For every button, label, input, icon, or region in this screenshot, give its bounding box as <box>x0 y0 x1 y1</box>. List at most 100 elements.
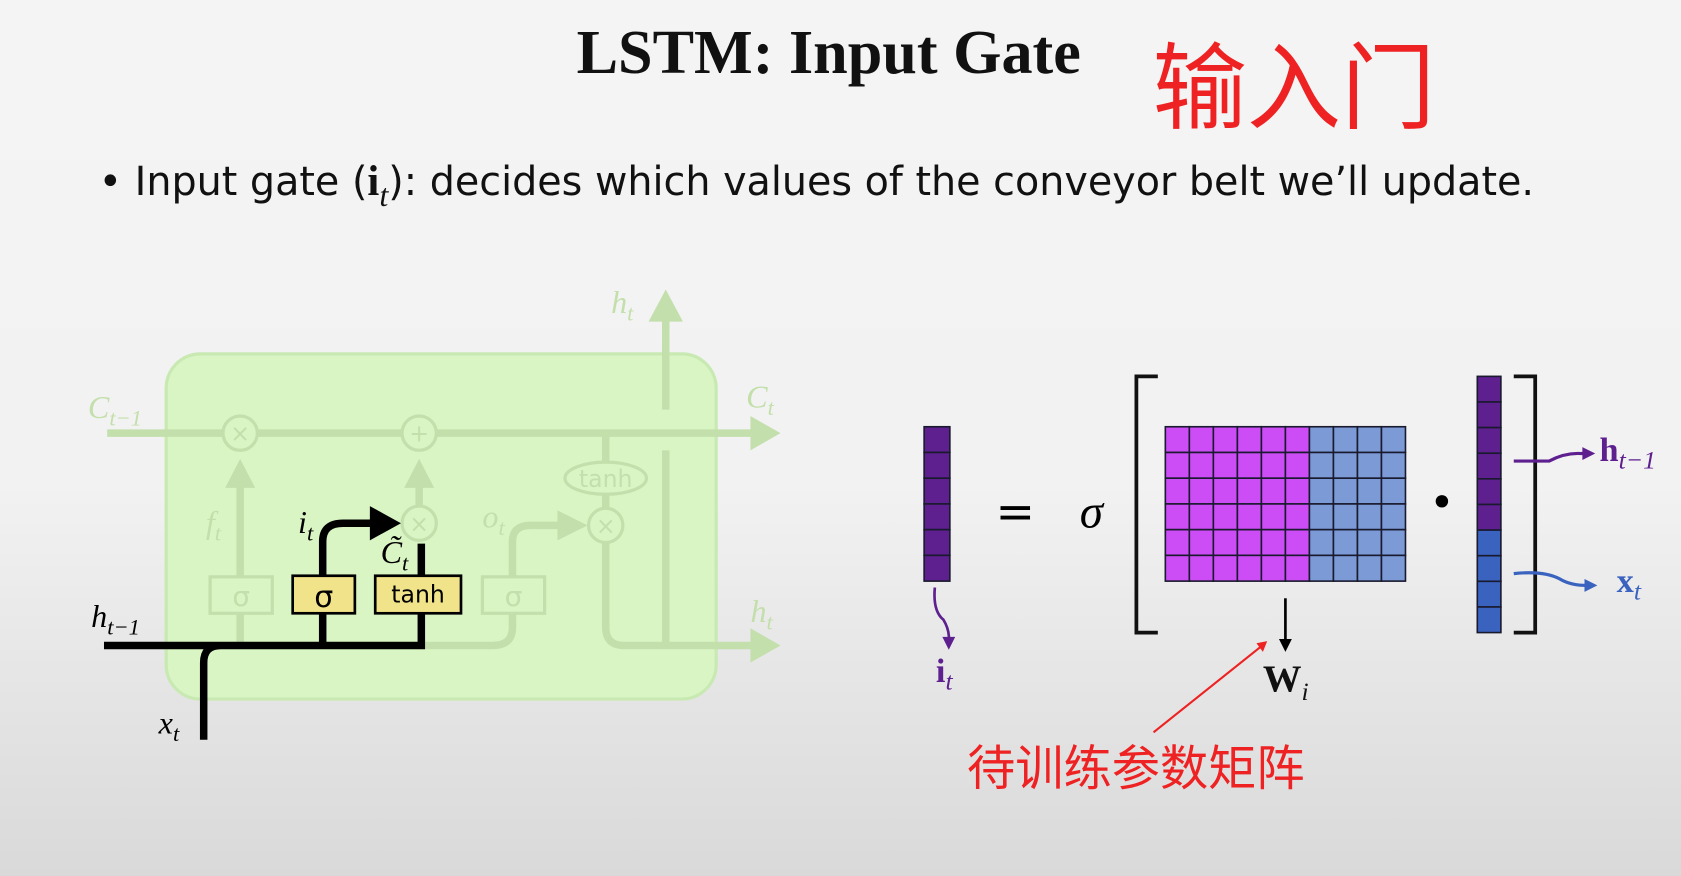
matrix-cell <box>1380 425 1407 454</box>
vector-cell <box>923 425 951 454</box>
matrix-cell <box>1380 503 1407 531</box>
svg-text:ht−1: ht−1 <box>91 598 140 640</box>
svg-text:×: × <box>230 420 250 448</box>
matrix-cell <box>1308 554 1335 582</box>
lstm-diagram: × + × × tanh σ σ σ tanh Ct−1 Ct ht ht ft… <box>88 284 781 746</box>
matrix-cell <box>1236 425 1263 454</box>
matrix-cell <box>1188 451 1215 480</box>
matrix-cell <box>1188 477 1215 505</box>
weight-matrix-wi <box>1164 425 1407 582</box>
matrix-cell <box>1332 477 1359 505</box>
svg-text:ht: ht <box>750 593 773 635</box>
vector-cell <box>1476 554 1502 583</box>
vector-cell <box>1476 452 1502 480</box>
matrix-cell <box>1380 528 1407 557</box>
svg-text:xt: xt <box>158 704 180 746</box>
vector-cell <box>1476 503 1502 531</box>
matrix-cell <box>1260 503 1287 531</box>
matrix-cell <box>1308 503 1335 531</box>
matrix-cell <box>1188 528 1215 557</box>
matrix-cell <box>1260 554 1287 582</box>
vector-cell <box>1476 426 1502 455</box>
matrix-cell <box>1188 503 1215 531</box>
xt-label: xt <box>1617 562 1642 606</box>
matrix-cell <box>1356 451 1383 480</box>
vector-cell <box>1476 606 1502 634</box>
matrix-cell <box>1284 528 1311 557</box>
matrix-cell <box>1380 451 1407 480</box>
matrix-cell <box>1308 425 1335 454</box>
matrix-cell <box>1236 528 1263 557</box>
svg-text:•: • <box>1429 478 1454 528</box>
vector-cell <box>1476 401 1502 429</box>
matrix-cell <box>1212 477 1239 505</box>
matrix-cell <box>1164 451 1191 480</box>
wi-label: Wi <box>1263 659 1309 707</box>
matrix-cell <box>1332 451 1359 480</box>
matrix-cell <box>1212 528 1239 557</box>
matrix-cell <box>1356 503 1383 531</box>
vector-cell <box>1476 580 1502 608</box>
matrix-cell <box>1164 425 1191 454</box>
matrix-cell <box>1332 528 1359 557</box>
svg-text:×: × <box>596 512 616 540</box>
matrix-cell <box>1212 425 1239 454</box>
vector-cell <box>923 477 951 505</box>
vector-cell <box>923 503 951 531</box>
vector-cell <box>923 528 951 557</box>
matrix-cell <box>1332 425 1359 454</box>
matrix-cell <box>1260 477 1287 505</box>
annotation-cn-trainable-matrix: 待训练参数矩阵 <box>967 741 1305 797</box>
matrix-cell <box>1332 554 1359 582</box>
bullet-text: • Input gate (it): decides which values … <box>99 158 1534 213</box>
matrix-cell <box>1284 554 1311 582</box>
ht-1-label: ht−1 <box>1600 431 1656 475</box>
svg-text:σ: σ <box>314 580 333 615</box>
vector-cell <box>1476 375 1502 403</box>
matrix-cell <box>1284 425 1311 454</box>
svg-text:σ: σ <box>232 580 250 613</box>
svg-text:=: = <box>995 485 1035 540</box>
slide-title: LSTM: Input Gate <box>577 19 1081 87</box>
svg-text:Ct: Ct <box>746 378 774 420</box>
matrix-cell <box>1260 425 1287 454</box>
matrix-cell <box>1356 425 1383 454</box>
svg-text:Ct−1: Ct−1 <box>88 389 142 431</box>
slide: LSTM: Input Gate 输入门 • Input gate (it): … <box>88 19 1656 797</box>
vector-cell <box>1476 478 1502 506</box>
svg-text:+: + <box>409 420 429 448</box>
matrix-cell <box>1308 451 1335 480</box>
svg-text:tanh: tanh <box>391 581 445 609</box>
matrix-cell <box>1284 451 1311 480</box>
matrix-cell <box>1164 503 1191 531</box>
matrix-cell <box>1356 477 1383 505</box>
vector-cell <box>1476 529 1502 557</box>
matrix-cell <box>1164 477 1191 505</box>
matrix-cell <box>1260 451 1287 480</box>
matrix-cell <box>1260 528 1287 557</box>
vector-cell <box>923 554 951 582</box>
matrix-cell <box>1236 477 1263 505</box>
matrix-cell <box>1164 554 1191 582</box>
matrix-cell <box>1212 451 1239 480</box>
svg-text:ht: ht <box>611 284 634 326</box>
matrix-cell <box>1188 554 1215 582</box>
matrix-cell <box>1212 554 1239 582</box>
matrix-cell <box>1356 554 1383 582</box>
output-vector-it <box>923 425 951 582</box>
matrix-cell <box>1284 503 1311 531</box>
matrix-cell <box>1188 425 1215 454</box>
input-vector-concat <box>1476 375 1502 634</box>
matrix-cell <box>1380 477 1407 505</box>
svg-text:σ: σ <box>1080 487 1105 539</box>
it-label: it <box>936 652 954 696</box>
vector-cell <box>923 451 951 480</box>
matrix-cell <box>1380 554 1407 582</box>
matrix-cell <box>1332 503 1359 531</box>
svg-text:tanh: tanh <box>579 465 633 493</box>
matrix-cell <box>1284 477 1311 505</box>
matrix-cell <box>1308 477 1335 505</box>
input-gate-equation: = σ • it Wi ht−1 xt 待训练参数矩阵 <box>923 374 1656 797</box>
title-annotation-cn: 输入门 <box>1152 34 1435 144</box>
matrix-cell <box>1164 528 1191 557</box>
